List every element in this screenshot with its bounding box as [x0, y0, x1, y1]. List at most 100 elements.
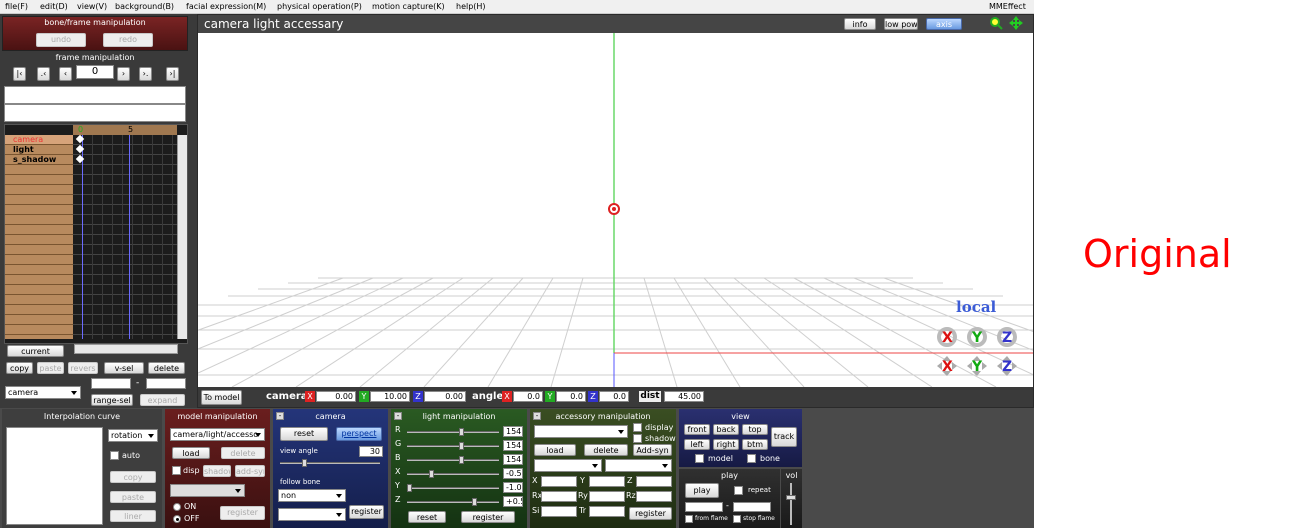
- model-bone-select[interactable]: [170, 484, 245, 497]
- acc-add-syn-button[interactable]: Add-syn: [633, 444, 672, 456]
- play-from-input[interactable]: [685, 502, 723, 512]
- copy-frame-button[interactable]: copy: [6, 362, 33, 374]
- range-sel-button[interactable]: range-sel: [91, 394, 133, 406]
- move-z-icon[interactable]: Z: [996, 355, 1018, 377]
- light-g-slider[interactable]: [407, 442, 499, 450]
- camera-z-input[interactable]: 0.00: [424, 391, 466, 402]
- light-b-thumb[interactable]: [459, 456, 464, 464]
- undo-button[interactable]: undo: [36, 33, 86, 47]
- light-z-slider[interactable]: [407, 498, 499, 506]
- menu-physical-operation[interactable]: physical operation(P): [277, 2, 362, 11]
- menu-facial-expression[interactable]: facial expression(M): [186, 2, 266, 11]
- light-x-value[interactable]: -0.5: [503, 468, 523, 479]
- repeat-checkbox[interactable]: [734, 486, 743, 495]
- view-angle-input[interactable]: 30: [359, 446, 383, 457]
- info-button[interactable]: info: [844, 18, 876, 30]
- interp-copy-button[interactable]: copy: [110, 471, 156, 483]
- move-icon[interactable]: [1009, 16, 1023, 30]
- range-end-input[interactable]: [146, 378, 186, 389]
- light-r-slider[interactable]: [407, 428, 499, 436]
- play-button[interactable]: play: [685, 483, 719, 498]
- camera-y-input[interactable]: 10.00: [370, 391, 410, 402]
- acc-tr-input[interactable]: [589, 506, 625, 517]
- light-b-value[interactable]: 154: [503, 454, 523, 465]
- timeline-horizontal-scrollbar[interactable]: [74, 344, 178, 354]
- menu-file[interactable]: file(F): [5, 2, 28, 11]
- paste-frame-button[interactable]: paste: [37, 362, 64, 374]
- stop-frame-checkbox[interactable]: [733, 515, 741, 523]
- menu-help[interactable]: help(H): [456, 2, 486, 11]
- v-sel-button[interactable]: v-sel: [104, 362, 144, 374]
- model-register-button[interactable]: register: [220, 506, 265, 520]
- model-delete-button[interactable]: delete: [221, 447, 265, 459]
- view-left-button[interactable]: left: [684, 439, 710, 450]
- redo-button[interactable]: redo: [103, 33, 153, 47]
- track-shadow[interactable]: s_shadow: [13, 155, 56, 164]
- acc-si-input[interactable]: [541, 506, 577, 517]
- disp-checkbox[interactable]: [172, 466, 181, 475]
- perspect-button[interactable]: perspect: [336, 427, 382, 441]
- light-g-thumb[interactable]: [459, 442, 464, 450]
- acc-shadow-checkbox[interactable]: [633, 434, 642, 443]
- view-front-button[interactable]: front: [684, 424, 710, 435]
- view-track-button[interactable]: track: [771, 427, 797, 447]
- timeline-target-select[interactable]: camera: [5, 386, 81, 399]
- view-btm-button[interactable]: btm: [742, 439, 768, 450]
- timeline-vertical-scrollbar[interactable]: [177, 135, 187, 339]
- auto-checkbox[interactable]: [110, 451, 119, 460]
- dist-input[interactable]: 45.00: [664, 391, 704, 402]
- menu-background[interactable]: background(B): [115, 2, 174, 11]
- menu-mmeffect[interactable]: MMEffect: [989, 2, 1026, 11]
- to-model-button[interactable]: To model: [201, 390, 242, 405]
- light-y-thumb[interactable]: [407, 484, 412, 492]
- camera-x-input[interactable]: 0.00: [316, 391, 356, 402]
- view-angle-thumb[interactable]: [302, 459, 307, 467]
- display-checkbox[interactable]: [633, 423, 642, 432]
- camera-register-button[interactable]: register: [349, 505, 384, 519]
- vol-track[interactable]: [790, 483, 792, 525]
- light-y-slider[interactable]: [407, 484, 499, 492]
- expand-button[interactable]: expand: [140, 394, 185, 406]
- acc-rz-input[interactable]: [636, 491, 672, 502]
- light-r-thumb[interactable]: [459, 428, 464, 436]
- play-to-input[interactable]: [733, 502, 771, 512]
- next-key-button[interactable]: ›.: [139, 67, 152, 81]
- track-light[interactable]: light: [13, 145, 34, 154]
- view-angle-track[interactable]: [280, 459, 380, 467]
- light-z-thumb[interactable]: [472, 498, 477, 506]
- view-model-checkbox[interactable]: [695, 454, 704, 463]
- acc-delete-button[interactable]: delete: [584, 444, 628, 456]
- light-reset-button[interactable]: reset: [408, 511, 446, 523]
- acc-ry-input[interactable]: [589, 491, 625, 502]
- first-frame-button[interactable]: |‹: [13, 67, 26, 81]
- range-start-input[interactable]: [91, 378, 131, 389]
- next-frame-button[interactable]: ›: [117, 67, 130, 81]
- light-register-button[interactable]: register: [461, 511, 515, 523]
- rotate-z-icon[interactable]: Z: [996, 326, 1018, 348]
- vol-thumb[interactable]: [786, 495, 796, 500]
- last-frame-button[interactable]: ›|: [166, 67, 179, 81]
- model-add-syn-button[interactable]: add-syn: [235, 465, 265, 477]
- off-radio[interactable]: [173, 515, 181, 523]
- track-camera[interactable]: camera: [13, 135, 43, 144]
- acc-load-button[interactable]: load: [534, 444, 576, 456]
- axis-button[interactable]: axis: [926, 18, 962, 30]
- from-frame-checkbox[interactable]: [685, 515, 693, 523]
- prev-frame-button[interactable]: ‹: [59, 67, 72, 81]
- acc-y-input[interactable]: [589, 476, 625, 487]
- interp-liner-button[interactable]: liner: [110, 510, 156, 522]
- acc-register-button[interactable]: register: [629, 507, 672, 520]
- angle-y-input[interactable]: 0.0: [556, 391, 586, 402]
- follow-model-select[interactable]: non: [278, 489, 346, 502]
- zoom-icon[interactable]: [989, 16, 1003, 30]
- view-bone-checkbox[interactable]: [747, 454, 756, 463]
- angle-z-input[interactable]: 0.0: [599, 391, 629, 402]
- light-r-value[interactable]: 154: [503, 426, 523, 437]
- low-pow-button[interactable]: low pow: [884, 18, 918, 30]
- acc-z-input[interactable]: [636, 476, 672, 487]
- view-back-button[interactable]: back: [713, 424, 739, 435]
- light-z-value[interactable]: +0.5: [503, 496, 523, 507]
- view-top-button[interactable]: top: [742, 424, 768, 435]
- rotate-x-icon[interactable]: X: [936, 326, 958, 348]
- frame-number-input[interactable]: 0: [76, 65, 114, 79]
